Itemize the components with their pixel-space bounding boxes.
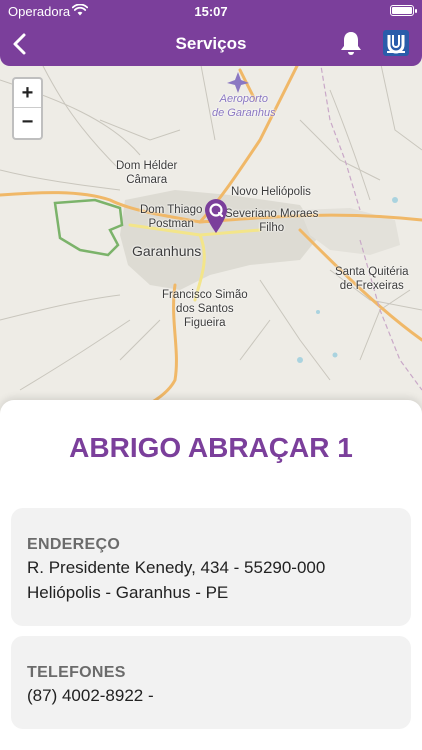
- address-label: ENDEREÇO: [27, 536, 121, 553]
- map-label-dom-thiago: Dom Thiago Postman: [140, 204, 203, 230]
- status-bar: Operadora 15:07: [0, 0, 422, 22]
- map-label-severiano: Severiano Moraes Filho: [225, 208, 319, 234]
- location-pin-icon[interactable]: [203, 198, 229, 234]
- top-bar: Operadora 15:07 Serviços: [0, 0, 422, 66]
- map-label-airport: Aeroporto de Garanhus: [212, 93, 276, 119]
- brand-logo-icon[interactable]: [382, 29, 410, 57]
- navigation-bar: Serviços: [0, 26, 422, 62]
- map-tiles: [0, 60, 422, 420]
- details-sheet: ABRIGO ABRAÇAR 1 ENDEREÇO R. Presidente …: [0, 400, 422, 750]
- address-line-1: R. Presidente Kenedy, 434 - 55290-000: [27, 558, 326, 577]
- phone-number[interactable]: (87) 4002-8922 -: [27, 686, 154, 706]
- address-card: ENDEREÇO R. Presidente Kenedy, 434 - 552…: [11, 508, 411, 626]
- map-label-dom-helder: Dom Hélder Câmara: [116, 160, 178, 186]
- map-label-francisco: Francisco Simão dos Santos Figueira: [162, 289, 248, 329]
- map-view[interactable]: Aeroporto de Garanhus Dom Hélder Câmara No…: [0, 60, 422, 420]
- airport-icon: [227, 72, 249, 93]
- zoom-out-button[interactable]: −: [14, 108, 41, 137]
- address-line-2: Heliópolis - Garanhus - PE: [27, 583, 229, 602]
- phone-card: TELEFONES (87) 4002-8922 -: [11, 636, 411, 729]
- phone-label: TELEFONES: [27, 664, 126, 681]
- map-label-santa-quiteria: Santa Quitéria de Frexeiras: [335, 266, 409, 292]
- status-time: 15:07: [194, 4, 228, 19]
- map-label-city: Garanhuns: [132, 243, 202, 259]
- bell-icon[interactable]: [338, 29, 364, 57]
- map-zoom-control: + −: [12, 77, 43, 140]
- battery-icon: [390, 5, 417, 16]
- place-name: ABRIGO ABRAÇAR 1: [69, 432, 353, 463]
- map-label-novo-heliopolis: Novo Heliópolis: [231, 186, 311, 198]
- zoom-in-button[interactable]: +: [14, 79, 41, 108]
